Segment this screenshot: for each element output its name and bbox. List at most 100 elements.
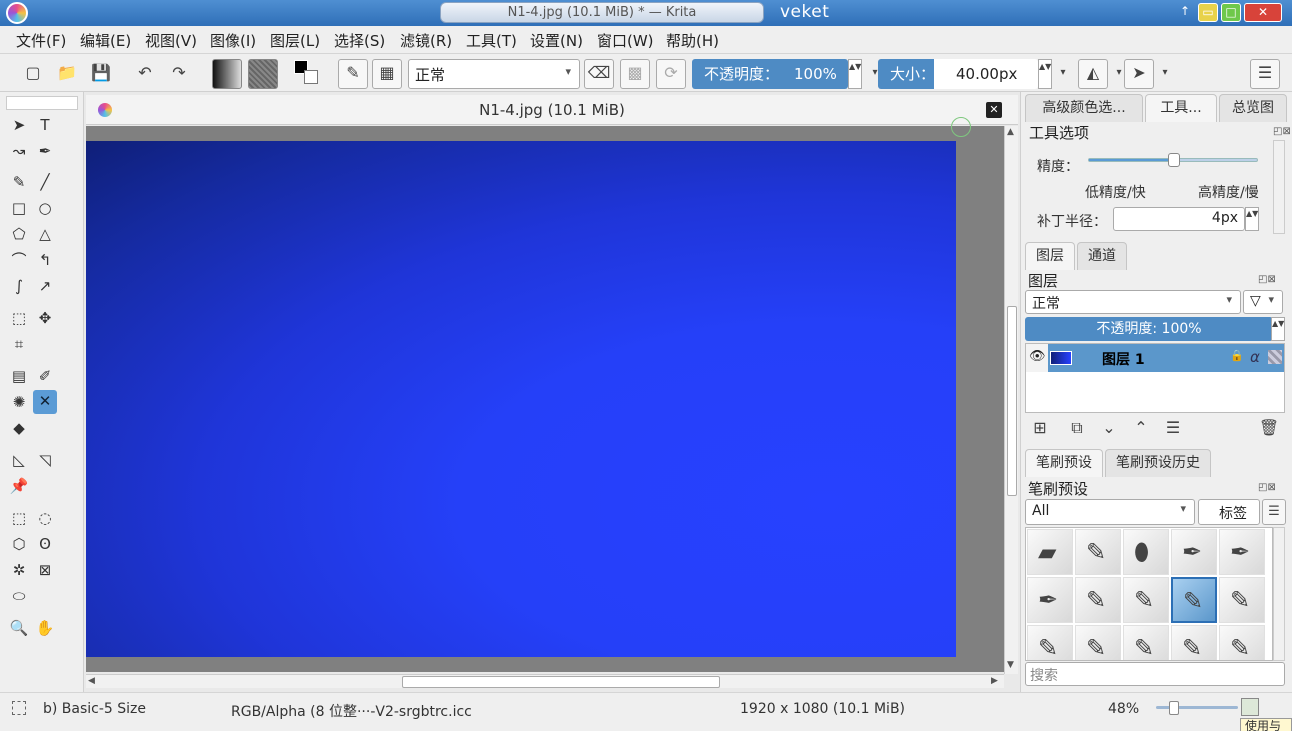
zoom-slider[interactable] <box>1156 701 1238 715</box>
toolbar-settings-icon[interactable]: ☰ <box>1250 59 1280 89</box>
minimize-button[interactable]: ▭ <box>1198 3 1218 22</box>
tool-options-scrollbar[interactable] <box>1273 140 1285 234</box>
fill-tool-icon[interactable]: ◆ <box>8 417 30 439</box>
brush-preset-item[interactable]: ✒ <box>1027 577 1073 623</box>
alpha-lock-layer-icon[interactable] <box>1268 350 1282 364</box>
menu-help[interactable]: 帮助(H) <box>666 30 719 51</box>
layer-opacity-spinner[interactable]: ▲▼ <box>1271 317 1285 341</box>
brush-presets-scrollbar[interactable] <box>1273 527 1285 661</box>
image-canvas[interactable] <box>86 141 956 657</box>
reload-preset-icon[interactable]: ⟳ <box>656 59 686 89</box>
assistant-tool-icon[interactable]: ◺ <box>8 449 30 471</box>
delete-layer-icon[interactable]: 🗑 <box>1256 415 1282 441</box>
brush-editor-icon[interactable]: ✎ <box>338 59 368 89</box>
new-document-icon[interactable]: ▢ <box>20 60 46 86</box>
maximize-button[interactable]: □ <box>1221 3 1241 22</box>
scroll-down-icon[interactable]: ▼ <box>1007 660 1014 670</box>
menu-file[interactable]: 文件(F) <box>16 30 66 51</box>
alpha-lock-icon[interactable]: ▩ <box>620 59 650 89</box>
menu-layer[interactable]: 图层(L) <box>270 30 320 51</box>
precision-slider[interactable] <box>1088 153 1258 167</box>
mirror-vertical-icon[interactable]: ➤ <box>1124 59 1154 89</box>
polyline-tool-icon[interactable]: △ <box>34 223 56 245</box>
ellipse-tool-icon[interactable]: ○ <box>34 197 56 219</box>
brush-preset-item[interactable]: ✎ <box>1171 625 1217 660</box>
scroll-up-icon[interactable]: ▲ <box>1007 127 1014 137</box>
gradient-swatch[interactable] <box>212 59 242 89</box>
brush-preset-item[interactable]: ✎ <box>1075 577 1121 623</box>
tab-tool-options[interactable]: 工具... <box>1145 94 1217 122</box>
mirror-horizontal-icon[interactable]: ◭ <box>1078 59 1108 89</box>
tab-advanced-color-selector[interactable]: 高级颜色选... <box>1025 94 1143 122</box>
brush-search-input[interactable]: 搜索 <box>1025 662 1285 686</box>
menu-tools[interactable]: 工具(T) <box>466 30 517 51</box>
calligraphy-tool-icon[interactable]: ✒ <box>34 140 56 162</box>
size-slider[interactable]: 大小： 40.00px <box>878 59 1038 89</box>
freehand-path-tool-icon[interactable]: ↰ <box>34 249 56 271</box>
visibility-eye-icon[interactable]: 👁 <box>1029 349 1046 364</box>
pan-tool-icon[interactable]: ✋ <box>34 617 56 639</box>
patch-radius-spinner[interactable]: ▲▼ <box>1245 207 1259 231</box>
smart-patch-tool-icon[interactable]: ✕ <box>33 390 57 414</box>
colorize-mask-tool-icon[interactable]: ✺ <box>8 391 30 413</box>
add-layer-icon[interactable]: ⊞ <box>1027 415 1053 441</box>
horizontal-scrollbar[interactable]: ◀ ▶ <box>86 674 1004 688</box>
reference-images-tool-icon[interactable]: 📌 <box>8 475 30 497</box>
menu-window[interactable]: 窗口(W) <box>597 30 654 51</box>
document-title[interactable]: N1-4.jpg (10.1 MiB) <box>86 101 1018 119</box>
eraser-mode-icon[interactable]: ⌫ <box>584 59 614 89</box>
brush-preset-item[interactable]: ✎ <box>1075 625 1121 660</box>
tool-options-float-icon[interactable]: ◰⊠ <box>1273 126 1291 137</box>
bezier-curve-tool-icon[interactable]: ⌒ <box>8 249 30 271</box>
gradient-tool-icon[interactable]: ▤ <box>8 365 30 387</box>
background-color[interactable] <box>304 70 318 84</box>
tab-layers[interactable]: 图层 <box>1025 242 1075 270</box>
polygon-tool-icon[interactable]: ⬠ <box>8 223 30 245</box>
layer-row[interactable]: 👁 🔒 α 图层 1 <box>1026 344 1284 372</box>
polygonal-selection-tool-icon[interactable]: ⬡ <box>8 533 30 555</box>
menu-image[interactable]: 图像(I) <box>210 30 256 51</box>
layer-opacity-slider[interactable]: 不透明度: 100% <box>1025 317 1273 341</box>
brush-presets-view-icon[interactable]: ☰ <box>1262 499 1286 525</box>
layers-float-icon[interactable]: ◰⊠ <box>1258 274 1276 285</box>
freehand-selection-tool-icon[interactable]: ʘ <box>34 533 56 555</box>
brush-preset-item[interactable]: ✎ <box>1123 577 1169 623</box>
rectangular-selection-tool-icon[interactable]: ⬚ <box>8 507 30 529</box>
move-layer-down-icon[interactable]: ⌄ <box>1096 415 1122 441</box>
layer-properties-icon[interactable]: ☰ <box>1160 415 1186 441</box>
layer-lock-icon[interactable]: 🔒 <box>1230 349 1244 362</box>
scroll-left-icon[interactable]: ◀ <box>88 676 95 686</box>
menu-settings[interactable]: 设置(N) <box>530 30 583 51</box>
zoom-tool-icon[interactable]: 🔍 <box>8 617 30 639</box>
patch-radius-input[interactable]: 4px <box>1113 207 1245 231</box>
crop-tool-icon[interactable]: ⌗ <box>8 333 30 355</box>
vertical-scrollbar[interactable]: ▲ ▼ <box>1004 126 1018 674</box>
brush-tag-filter-select[interactable]: All <box>1025 499 1195 525</box>
brush-preset-item[interactable]: ✎ <box>1123 625 1169 660</box>
undo-icon[interactable]: ↶ <box>132 60 158 86</box>
line-tool-icon[interactable]: ╱ <box>34 171 56 193</box>
tab-brush-preset-history[interactable]: 笔刷预设历史 <box>1105 449 1211 477</box>
brush-preset-item[interactable]: ⬮ <box>1123 529 1169 575</box>
color-profile-status[interactable]: RGB/Alpha (8 位整···-V2-srgbtrc.icc <box>231 701 472 721</box>
menu-view[interactable]: 视图(V) <box>145 30 197 51</box>
open-document-icon[interactable]: 📁 <box>54 60 80 86</box>
brush-presets-icon[interactable]: ▦ <box>372 59 402 89</box>
elliptical-selection-tool-icon[interactable]: ◌ <box>34 507 56 529</box>
mirror-v-dropdown-icon[interactable]: ▾ <box>1152 60 1178 86</box>
brush-preset-item[interactable]: ✎ <box>1219 577 1265 623</box>
edit-shapes-tool-icon[interactable]: ↝ <box>8 140 30 162</box>
select-shapes-tool-icon[interactable]: ➤ <box>8 114 30 136</box>
duplicate-layer-icon[interactable]: ⧉ <box>1064 415 1090 441</box>
scroll-right-icon[interactable]: ▶ <box>991 676 998 686</box>
zoom-level[interactable]: 48% <box>1108 701 1139 717</box>
layer-blend-mode-select[interactable]: 正常 <box>1025 290 1241 314</box>
precision-thumb[interactable] <box>1168 153 1180 167</box>
pattern-swatch[interactable] <box>248 59 278 89</box>
brush-preset-item[interactable]: ✎ <box>1027 625 1073 660</box>
transform-tool-icon[interactable]: ⬚ <box>8 307 30 329</box>
size-dropdown-icon[interactable]: ▾ <box>1050 60 1076 86</box>
bezier-selection-tool-icon[interactable]: ⬭ <box>8 585 30 607</box>
layer-filter-icon[interactable]: ▽ <box>1243 290 1283 314</box>
measure-tool-icon[interactable]: ◹ <box>34 449 56 471</box>
